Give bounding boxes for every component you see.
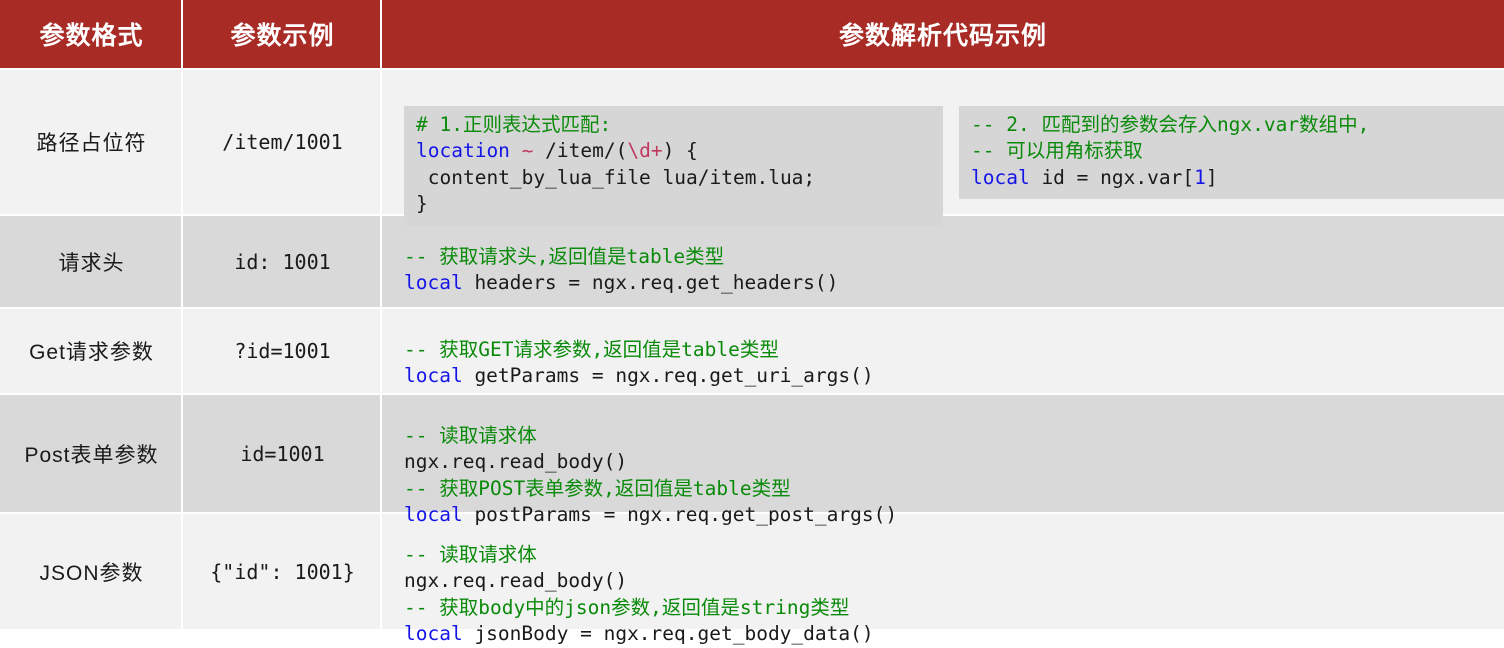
code-block-group: -- 获取请求头,返回值是table类型 local headers = ngx… [382,216,1504,307]
cell-param-format: Get请求参数 [0,309,183,393]
code-line: } [416,192,428,215]
code-block-group: -- 读取请求体 ngx.req.read_body() -- 获取POST表单… [382,395,1504,527]
table-body: 路径占位符 /item/1001 # 1.正则表达式匹配: location ~… [0,68,1504,646]
cell-param-format: Post表单参数 [0,395,183,512]
table-row: 路径占位符 /item/1001 # 1.正则表达式匹配: location ~… [0,68,1504,226]
code-regex: \d+ [627,139,663,162]
code-operator: ~ [521,139,534,162]
code-keyword: local [404,271,463,294]
code-line: local jsonBody = ngx.req.get_body_data() [404,622,874,645]
cell-param-example: id: 1001 [183,216,382,307]
cell-param-example: /item/1001 [183,70,382,214]
cell-param-example: ?id=1001 [183,309,382,393]
code-block-group: -- 获取GET请求参数,返回值是table类型 local getParams… [382,309,1504,393]
code-keyword: local [404,364,463,387]
code-comment-line: -- 读取请求体 [404,423,537,447]
cell-parse-code: -- 读取请求体 ngx.req.read_body() -- 获取POST表单… [382,395,1504,527]
code-comment-line: -- 2. 匹配到的参数会存入ngx.var数组中, [971,112,1370,136]
code-number: 1 [1194,165,1206,189]
code-line: ngx.req.read_body() [404,569,628,592]
code-block: # 1.正则表达式匹配: location ~ /item/(\d+) { co… [404,105,943,226]
code-comment-line: -- 获取POST表单参数,返回值是table类型 [404,476,791,500]
code-line: local headers = ngx.req.get_headers() [404,271,839,294]
column-header-parse-code-example: 参数解析代码示例 [838,22,1047,50]
code-block: -- 获取GET请求参数,返回值是table类型 local getParams… [404,337,874,390]
cell-param-format: 路径占位符 [0,70,183,214]
code-line: local getParams = ngx.req.get_uri_args() [404,364,874,387]
code-comment-line: -- 获取body中的json参数,返回值是string类型 [404,595,850,619]
code-block-group: -- 读取请求体 ngx.req.read_body() -- 获取body中的… [382,514,1504,646]
column-header-param-format: 参数格式 [0,0,183,68]
code-block: -- 2. 匹配到的参数会存入ngx.var数组中, -- 可以用角标获取 lo… [959,105,1504,199]
cell-parse-code: # 1.正则表达式匹配: location ~ /item/(\d+) { co… [382,70,1504,226]
cell-param-example: {"id": 1001} [183,514,382,629]
table-row: 请求头 id: 1001 -- 获取请求头,返回值是table类型 local … [0,214,1504,307]
code-comment-line: -- 可以用角标获取 [971,139,1143,162]
code-block: -- 获取请求头,返回值是table类型 local headers = ngx… [404,244,838,297]
table-row: Get请求参数 ?id=1001 -- 获取GET请求参数,返回值是table类… [0,307,1504,393]
code-block: -- 读取请求体 ngx.req.read_body() -- 获取POST表单… [404,423,897,529]
code-line: content_by_lua_file lua/item.lua; [416,165,816,189]
cell-param-example: id=1001 [183,395,382,512]
code-keyword: local [971,165,1030,189]
cell-parse-code: -- 读取请求体 ngx.req.read_body() -- 获取body中的… [382,514,1504,646]
code-keyword: location [416,139,510,162]
table-row: Post表单参数 id=1001 -- 读取请求体 ngx.req.read_b… [0,393,1504,527]
code-comment-line: -- 读取请求体 [404,542,537,566]
code-comment-line: -- 获取GET请求参数,返回值是table类型 [404,337,779,361]
table-header-row: 参数格式 参数示例 参数解析代码示例 [0,0,1504,68]
cell-parse-code: -- 获取请求头,返回值是table类型 local headers = ngx… [382,216,1504,307]
cell-param-format: JSON参数 [0,514,183,629]
parameter-parsing-table: 参数格式 参数示例 参数解析代码示例 路径占位符 /item/1001 # 1.… [0,0,1504,646]
code-line: local id = ngx.var[1] [971,165,1218,189]
code-comment-line: -- 获取请求头,返回值是table类型 [404,244,725,268]
code-block: -- 读取请求体 ngx.req.read_body() -- 获取body中的… [404,542,874,648]
cell-parse-code: -- 获取GET请求参数,返回值是table类型 local getParams… [382,309,1504,393]
code-keyword: local [404,622,463,645]
code-comment-line: # 1.正则表达式匹配: [416,112,612,136]
code-line: location ~ /item/(\d+) { [416,139,698,162]
code-line: ngx.req.read_body() [404,450,628,473]
cell-param-format: 请求头 [0,216,183,307]
table-row: JSON参数 {"id": 1001} -- 读取请求体 ngx.req.rea… [0,512,1504,646]
code-block-group: # 1.正则表达式匹配: location ~ /item/(\d+) { co… [382,70,1504,226]
column-header-param-example: 参数示例 [183,0,382,68]
